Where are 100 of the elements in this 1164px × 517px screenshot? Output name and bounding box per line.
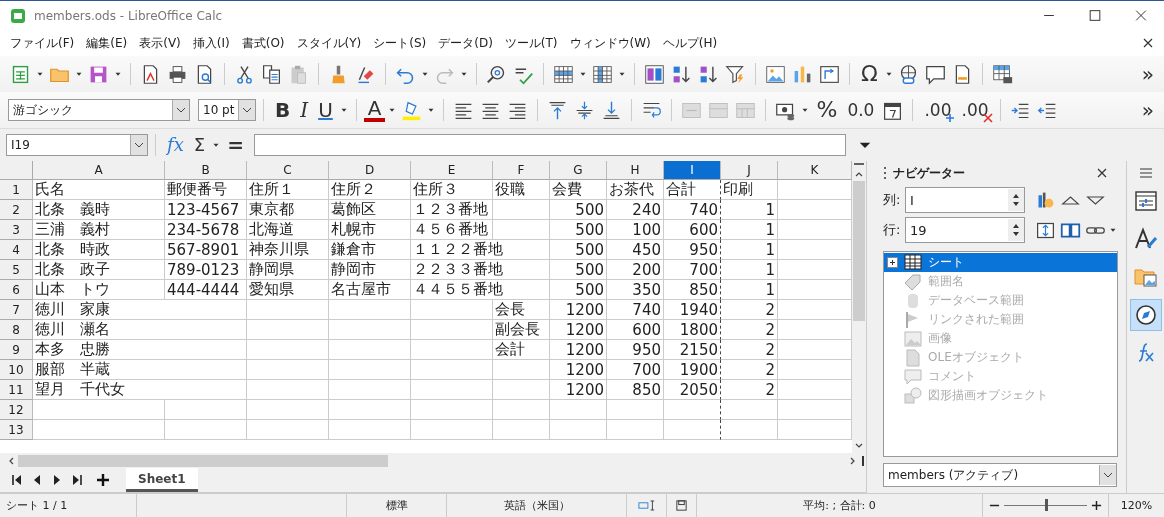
find-replace-icon[interactable] bbox=[486, 63, 507, 85]
row-header[interactable]: 9 bbox=[0, 340, 33, 360]
row-header[interactable]: 5 bbox=[0, 260, 33, 280]
split-handle-icon[interactable] bbox=[860, 453, 866, 468]
menu-item[interactable]: ファイル(F) bbox=[4, 34, 81, 52]
table-cell: 郵便番号 bbox=[165, 180, 247, 200]
table-rows-icon[interactable] bbox=[553, 63, 574, 85]
name-box[interactable]: I19 bbox=[6, 134, 148, 156]
number-format-button[interactable]: 0.0 bbox=[843, 97, 879, 123]
row-field[interactable]: 19 bbox=[905, 217, 1025, 243]
scissors-icon[interactable] bbox=[234, 63, 255, 85]
sort-icon[interactable] bbox=[644, 63, 665, 85]
row-header[interactable]: 3 bbox=[0, 220, 33, 240]
font-size-field[interactable]: 10 pt bbox=[198, 99, 256, 121]
delete-decimal-button[interactable]: .00 bbox=[957, 97, 993, 123]
table-cell: 789-0123 bbox=[165, 260, 247, 280]
filter-icon[interactable] bbox=[725, 63, 746, 85]
column-header[interactable]: I bbox=[664, 161, 721, 180]
special-character-button[interactable]: Ω bbox=[857, 61, 882, 87]
image-icon[interactable] bbox=[765, 63, 786, 85]
zoom-in-icon[interactable] bbox=[1091, 500, 1102, 511]
grip-icon[interactable] bbox=[883, 166, 887, 180]
window-title: members.ods - LibreOffice Calc bbox=[34, 8, 223, 23]
font-name-field[interactable]: 游ゴシック bbox=[8, 99, 190, 121]
column-header[interactable]: F bbox=[493, 161, 550, 180]
close-document-icon[interactable] bbox=[1142, 37, 1154, 49]
menu-icon[interactable] bbox=[1138, 167, 1153, 179]
scrollbar-thumb[interactable] bbox=[853, 181, 865, 321]
chevron-down-icon[interactable] bbox=[172, 100, 189, 120]
navigator-deck-icon[interactable] bbox=[1129, 299, 1162, 331]
row-header[interactable]: 12 bbox=[0, 400, 33, 420]
row-header[interactable]: 10 bbox=[0, 360, 33, 380]
printer-icon[interactable] bbox=[167, 63, 188, 85]
row-header[interactable]: 4 bbox=[0, 240, 33, 260]
table-cell: ４５６番地 bbox=[411, 220, 493, 240]
column-header[interactable]: B bbox=[165, 161, 247, 180]
scrollbar-thumb[interactable] bbox=[18, 454, 388, 467]
first-sheet-icon[interactable] bbox=[10, 473, 24, 487]
column-header[interactable]: H bbox=[607, 161, 664, 180]
more-button[interactable]: » bbox=[1137, 97, 1158, 123]
split-handle-icon[interactable] bbox=[852, 161, 866, 167]
column-header[interactable]: C bbox=[247, 161, 329, 180]
row-header[interactable]: 6 bbox=[0, 280, 33, 300]
menu-item[interactable]: 挿入(I) bbox=[186, 34, 236, 52]
speech-bubble-icon[interactable] bbox=[924, 63, 946, 85]
sum-button[interactable]: Σ bbox=[189, 132, 210, 158]
menu-item[interactable]: 編集(E) bbox=[80, 34, 134, 52]
speech-bubble-icon bbox=[904, 367, 922, 386]
last-sheet-icon[interactable] bbox=[70, 473, 84, 487]
row-header[interactable]: 13 bbox=[0, 420, 33, 440]
row-header[interactable]: 1 bbox=[0, 180, 33, 200]
highlighter-icon[interactable] bbox=[401, 99, 423, 121]
menu-item[interactable]: シート(S) bbox=[367, 34, 433, 52]
tree-item[interactable]: シート bbox=[884, 253, 1117, 272]
row-header[interactable]: 11 bbox=[0, 380, 33, 400]
chevron-down-icon[interactable] bbox=[130, 135, 147, 155]
column-header[interactable]: J bbox=[721, 161, 778, 180]
table-cell: 山本 トウ bbox=[33, 280, 165, 300]
menu-item[interactable]: ツール(T) bbox=[498, 34, 564, 52]
column-header[interactable]: G bbox=[550, 161, 607, 180]
bold-button[interactable]: B bbox=[271, 97, 295, 123]
expand-icon[interactable] bbox=[887, 257, 898, 268]
add-decimal-button[interactable]: .00 bbox=[920, 97, 956, 123]
document-saved-icon[interactable] bbox=[673, 499, 690, 512]
more-button[interactable]: » bbox=[1137, 61, 1158, 87]
row-header[interactable]: 7 bbox=[0, 300, 33, 320]
column-header[interactable]: K bbox=[778, 161, 852, 180]
row-header[interactable]: 2 bbox=[0, 200, 33, 220]
percent-button[interactable]: % bbox=[812, 97, 842, 123]
column-field[interactable]: I bbox=[905, 187, 1025, 213]
menu-item[interactable]: 表示(V) bbox=[133, 34, 187, 52]
column-header[interactable]: D bbox=[329, 161, 411, 180]
chevron-down-icon[interactable] bbox=[238, 100, 255, 120]
menu-item[interactable]: スタイル(Y) bbox=[290, 34, 368, 52]
selection-mode-icon[interactable] bbox=[637, 499, 656, 512]
copy-icon[interactable] bbox=[261, 63, 282, 85]
font-color-button[interactable]: A bbox=[363, 98, 386, 122]
sheet-tab[interactable]: Sheet1 bbox=[126, 468, 198, 492]
menu-item[interactable]: ヘルプ(H) bbox=[656, 34, 724, 52]
row-header[interactable]: 8 bbox=[0, 320, 33, 340]
document-dropdown[interactable]: members (アクティブ) bbox=[883, 463, 1117, 487]
column-header[interactable]: A bbox=[33, 161, 165, 180]
formula-button[interactable]: = bbox=[223, 132, 248, 158]
chevron-down-icon[interactable] bbox=[1099, 465, 1116, 485]
function-wizard-button[interactable]: fx bbox=[163, 132, 188, 158]
table-columns-icon[interactable] bbox=[592, 63, 613, 85]
menu-item[interactable]: ウィンドウ(W) bbox=[563, 34, 657, 52]
column-header[interactable]: E bbox=[411, 161, 493, 180]
menu-item[interactable]: 書式(O) bbox=[235, 34, 291, 52]
underline-button[interactable]: U bbox=[314, 97, 337, 123]
spin-buttons-icon[interactable] bbox=[1008, 189, 1024, 211]
formula-input[interactable] bbox=[253, 134, 846, 156]
pivot-table-icon[interactable] bbox=[819, 63, 840, 85]
menu-item[interactable]: データ(D) bbox=[432, 34, 499, 52]
zoom-slider-thumb[interactable] bbox=[1044, 499, 1048, 511]
spin-buttons-icon[interactable] bbox=[1008, 219, 1024, 241]
freeze-panes-icon[interactable] bbox=[991, 63, 1013, 85]
italic-button[interactable]: I bbox=[296, 97, 313, 123]
close-icon[interactable] bbox=[1096, 167, 1108, 179]
add-sheet-icon[interactable] bbox=[96, 473, 110, 487]
